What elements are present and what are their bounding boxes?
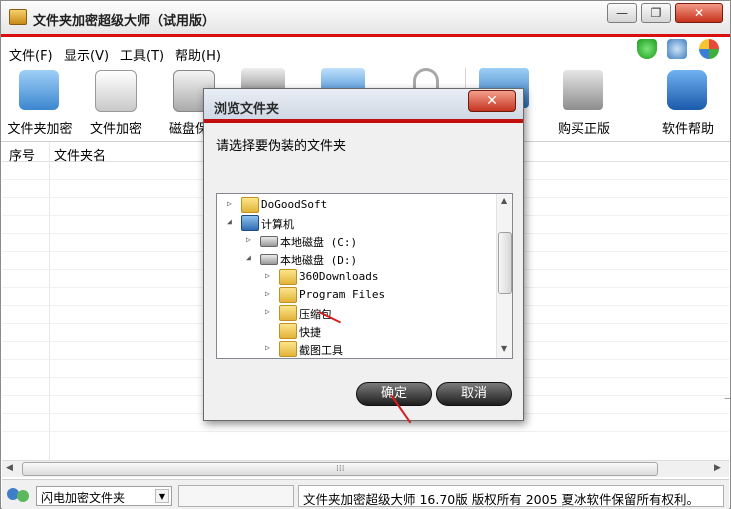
toolbar-buy[interactable]: 购买正版	[547, 66, 621, 138]
scroll-right-icon[interactable]: ▶	[714, 463, 726, 475]
expand-icon[interactable]: ▷	[246, 235, 256, 245]
users-icon	[7, 486, 31, 506]
tree-node-label: DoGoodSoft	[261, 198, 328, 211]
tree-node-label: 本地磁盘 (C:)	[280, 236, 358, 249]
scroll-grip-icon: ⁞⁞⁞	[336, 464, 345, 474]
title-bar: 文件夹加密超级大师（试用版） — ❐ ✕	[1, 1, 730, 37]
tree-node-folder[interactable]: ▷ 截图工具	[217, 340, 496, 358]
tree-node-label: 计算机	[261, 218, 294, 231]
dialog-title-bar: 浏览文件夹 ✕	[204, 89, 523, 123]
dialog-title: 浏览文件夹	[214, 102, 280, 117]
row-divider	[2, 431, 729, 432]
folder-icon	[279, 341, 297, 357]
menu-view[interactable]: 显示(V)	[64, 45, 109, 64]
minimize-button[interactable]: —	[607, 3, 637, 23]
tree-node-dogoodsoft[interactable]: ▷ DoGoodSoft	[217, 196, 496, 214]
shield-icon[interactable]	[637, 39, 657, 59]
encrypt-mode-select[interactable]: 闪电加密文件夹 ▼	[36, 486, 172, 506]
tree-node-folder[interactable]: 快捷	[217, 322, 496, 340]
status-bar: 闪电加密文件夹 ▼ 文件夹加密超级大师 16.70版 版权所有 2005 夏冰软…	[2, 479, 729, 509]
expand-icon[interactable]: ▷	[265, 307, 275, 317]
copyright-text: 文件夹加密超级大师 16.70版 版权所有 2005 夏冰软件保留所有权利。	[298, 485, 724, 507]
row-marker: —	[724, 393, 731, 404]
tree-node-folder[interactable]: ▷ 360Downloads	[217, 268, 496, 286]
menu-file[interactable]: 文件(F)	[9, 45, 53, 64]
vertical-scroll-thumb[interactable]	[498, 232, 512, 294]
shopping-cart-icon	[563, 70, 603, 110]
folder-lock-icon	[19, 70, 59, 110]
tree-node-label: 本地磁盘 (D:)	[280, 254, 358, 267]
cancel-button[interactable]: 取消	[436, 382, 512, 406]
status-field	[178, 485, 294, 507]
toolbar-file-encrypt[interactable]: 文件加密	[79, 66, 153, 138]
tree-node-label: 360Downloads	[299, 270, 379, 283]
close-button[interactable]: ✕	[675, 3, 723, 23]
help-icon	[667, 70, 707, 110]
scroll-up-icon[interactable]: ▲	[501, 196, 507, 205]
expand-icon[interactable]: ▷	[265, 289, 275, 299]
menu-tools[interactable]: 工具(T)	[120, 45, 164, 64]
folder-tree[interactable]: ▷ DoGoodSoft ◢ 计算机 ▷ 本地磁盘 (C:) ◢ 本地磁盘 (D…	[216, 193, 513, 359]
browse-folder-dialog: 浏览文件夹 ✕ 请选择要伪装的文件夹 ▷ DoGoodSoft ◢ 计算机 ▷ …	[203, 88, 524, 424]
encrypt-mode-value: 闪电加密文件夹	[41, 491, 126, 505]
tree-node-label: Program Files	[299, 288, 386, 301]
maximize-button[interactable]: ❐	[641, 3, 671, 23]
drive-icon	[260, 254, 278, 265]
file-lock-icon	[95, 70, 137, 112]
window-title: 文件夹加密超级大师（试用版）	[33, 14, 216, 29]
tree-node-folder[interactable]: ▷ Program Files	[217, 286, 496, 304]
tree-node-label: 快捷	[299, 326, 321, 339]
toolbar-label: 软件帮助	[661, 122, 714, 137]
expand-icon[interactable]: ▷	[227, 199, 237, 209]
folder-icon	[279, 323, 297, 339]
menu-help[interactable]: 帮助(H)	[175, 45, 221, 64]
tree-node-drive-c[interactable]: ▷ 本地磁盘 (C:)	[217, 232, 496, 250]
phone-icon[interactable]	[667, 39, 687, 59]
collapse-icon[interactable]: ◢	[246, 253, 256, 263]
toolbar-help[interactable]: 软件帮助	[651, 66, 725, 138]
toolbar-label: 文件夹加密	[7, 122, 73, 137]
column-header-index[interactable]: 序号	[9, 145, 35, 164]
tree-node-drive-d[interactable]: ◢ 本地磁盘 (D:)	[217, 250, 496, 268]
computer-icon	[241, 215, 259, 231]
app-icon	[9, 9, 27, 25]
toolbar-folder-encrypt[interactable]: 文件夹加密	[3, 66, 77, 138]
menu-bar: 文件(F) 显示(V) 工具(T) 帮助(H)	[1, 40, 730, 64]
scroll-left-icon[interactable]: ◀	[6, 463, 18, 475]
dialog-prompt: 请选择要伪装的文件夹	[216, 139, 347, 154]
expand-icon[interactable]: ▷	[265, 271, 275, 281]
expand-icon[interactable]	[265, 325, 275, 335]
expand-icon[interactable]: ▷	[265, 343, 275, 353]
column-header-folder-name[interactable]: 文件夹名	[54, 145, 106, 164]
collapse-icon[interactable]: ◢	[227, 217, 237, 227]
vertical-scrollbar[interactable]: ▲ ▼	[496, 194, 512, 358]
chevron-down-icon[interactable]: ▼	[155, 489, 169, 503]
horizontal-scrollbar[interactable]: ◀ ⁞⁞⁞ ▶	[2, 460, 729, 477]
folder-icon	[279, 269, 297, 285]
toolbar-label: 购买正版	[557, 122, 610, 137]
dialog-close-button[interactable]: ✕	[468, 90, 516, 112]
folder-icon	[279, 287, 297, 303]
scroll-down-icon[interactable]: ▼	[501, 344, 507, 353]
tree-node-folder[interactable]: ▷ 压缩包	[217, 304, 496, 322]
tree-node-label: 截图工具	[299, 344, 343, 357]
user-folder-icon	[241, 197, 259, 213]
drive-icon	[260, 236, 278, 247]
tree-node-computer[interactable]: ◢ 计算机	[217, 214, 496, 232]
folder-icon	[279, 305, 297, 321]
toolbar-label: 文件加密	[89, 122, 142, 137]
clover-icon[interactable]	[699, 39, 719, 59]
